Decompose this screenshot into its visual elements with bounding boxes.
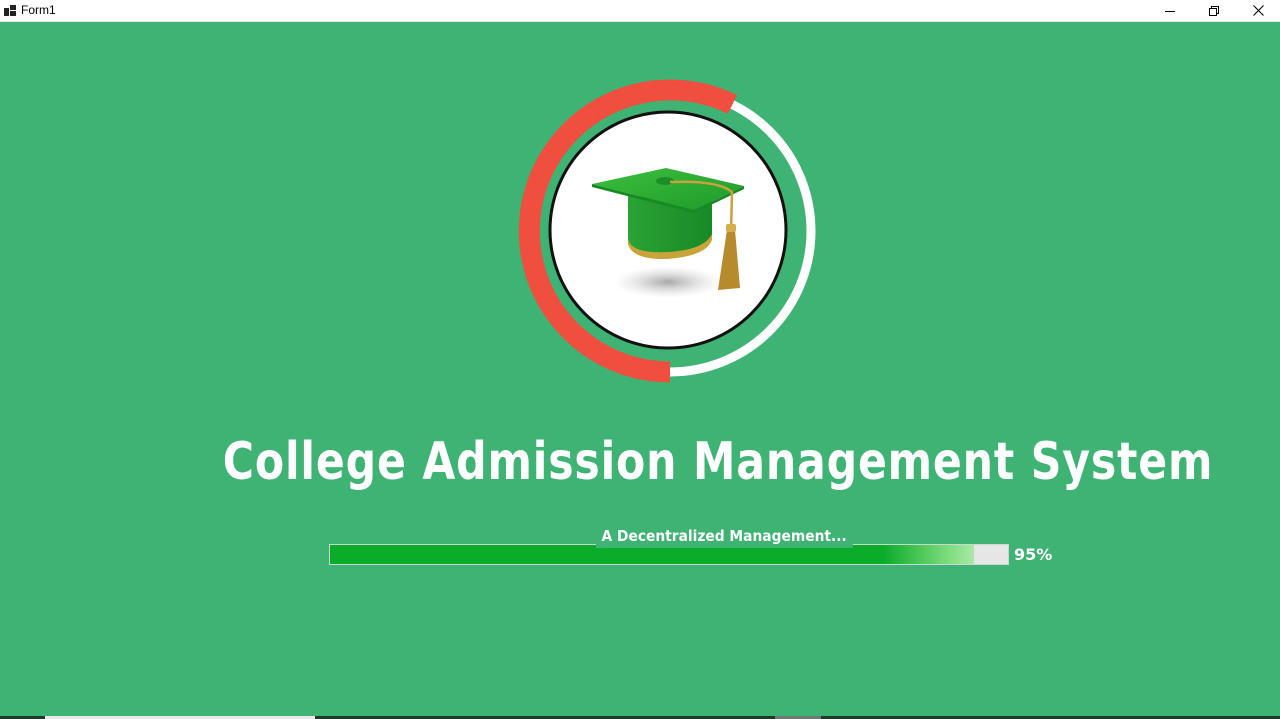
progress-percent-label: 95% xyxy=(1014,545,1053,564)
window-title: Form1 xyxy=(21,3,56,17)
app-title: College Admission Management System xyxy=(222,432,1214,492)
loading-subtitle: A Decentralized Management... xyxy=(596,524,853,548)
app-icon xyxy=(4,5,16,16)
restore-button[interactable] xyxy=(1192,0,1236,21)
restore-icon xyxy=(1209,5,1219,16)
close-icon xyxy=(1252,5,1264,16)
graduation-cap-logo xyxy=(518,79,816,383)
title-bar: Form1 xyxy=(0,0,1280,22)
minimize-icon xyxy=(1165,10,1175,12)
close-button[interactable] xyxy=(1236,0,1280,21)
minimize-button[interactable] xyxy=(1148,0,1192,21)
